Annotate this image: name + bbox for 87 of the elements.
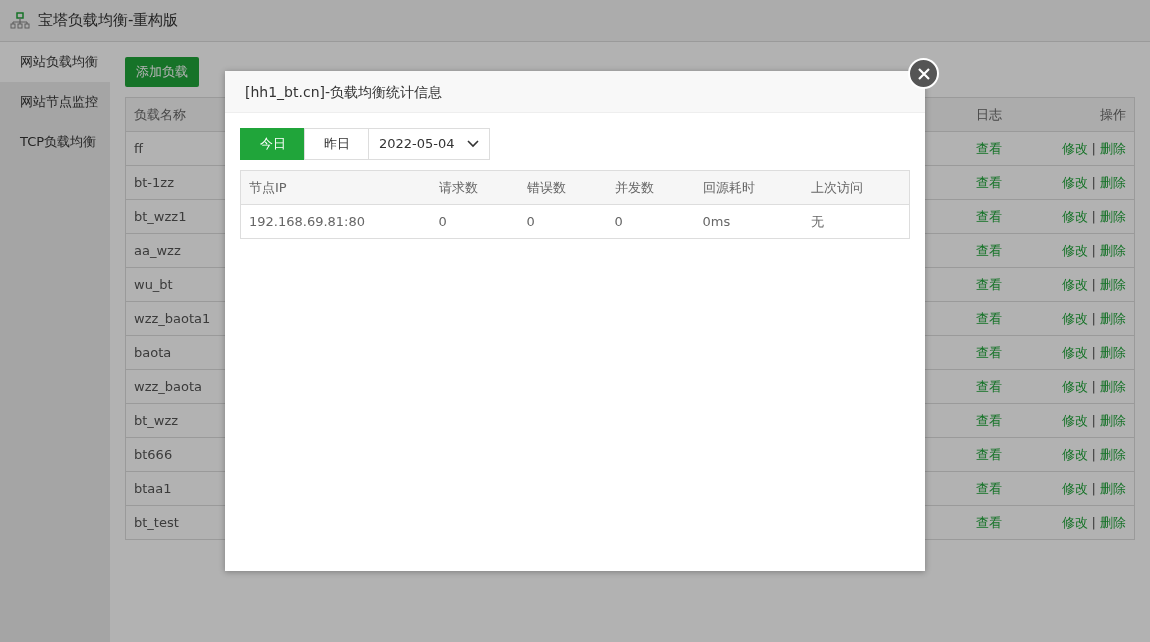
delete-link[interactable]: 删除 [1100,514,1126,530]
load-balancer-name: bt666 [134,446,173,462]
view-log-link[interactable]: 查看 [975,446,1002,462]
delete-link[interactable]: 删除 [1100,412,1126,428]
separator-text: | [1091,412,1096,428]
view-log-link[interactable]: 查看 [975,514,1002,530]
separator-text: | [1091,174,1096,190]
edit-link[interactable]: 修改 [1061,446,1088,462]
load-balancer-name: wzz_baota1 [134,310,211,326]
table-cell: 无 [802,204,910,239]
view-log-link[interactable]: 查看 [975,310,1002,326]
edit-link[interactable]: 修改 [1061,174,1088,190]
separator-text: | [1091,140,1096,156]
table-cell: 192.168.69.81:80 [240,204,431,239]
table-cell: 0 [518,204,607,239]
table-cell: 0 [606,204,695,239]
column-header: 请求数 [430,170,519,205]
delete-link[interactable]: 删除 [1100,344,1126,360]
delete-link[interactable]: 删除 [1100,378,1126,394]
delete-link[interactable]: 删除 [1100,446,1126,462]
separator-text: | [1091,514,1096,530]
edit-link[interactable]: 修改 [1061,378,1088,394]
edit-link[interactable]: 修改 [1061,514,1088,530]
edit-link[interactable]: 修改 [1061,344,1088,360]
load-balancer-name: btaa1 [134,480,172,496]
load-balancer-name: aa_wzz [134,242,181,258]
app-title: 宝塔负载均衡-重构版 [38,10,179,32]
close-icon [917,67,930,80]
close-button[interactable] [908,58,939,89]
edit-link[interactable]: 修改 [1061,310,1088,326]
sitemap-icon [10,11,30,30]
column-header: 并发数 [606,170,695,205]
load-balancer-name: bt_wzz [134,412,179,428]
sidebar-item[interactable]: TCP负载均衡 [0,122,110,162]
view-log-link[interactable]: 查看 [975,344,1002,360]
column-header: 错误数 [518,170,607,205]
load-balancer-name: bt_test [134,514,179,530]
table-cell: 0ms [694,204,803,239]
separator-text: | [1091,242,1096,258]
load-balancer-name: ff [134,140,143,156]
column-header: 回源耗时 [694,170,803,205]
view-log-link[interactable]: 查看 [975,140,1002,156]
separator-text: | [1091,446,1096,462]
table-cell: 0 [430,204,519,239]
date-select[interactable]: 2022-05-04 [368,128,490,160]
dialog-title: [hh1_bt.cn]-负载均衡统计信息 [225,71,925,113]
day-tab[interactable]: 昨日 [304,128,369,160]
separator-text: | [1091,378,1096,394]
separator-text: | [1091,208,1096,224]
view-log-link[interactable]: 查看 [975,242,1002,258]
separator-text: | [1091,480,1096,496]
add-load-balancer-button[interactable]: 添加负载 [125,57,199,87]
delete-link[interactable]: 删除 [1100,208,1126,224]
load-balancer-name: wzz_baota [134,378,202,394]
edit-link[interactable]: 修改 [1061,276,1088,292]
edit-link[interactable]: 修改 [1061,140,1088,156]
view-log-link[interactable]: 查看 [975,174,1002,190]
load-balancer-name: bt_wzz1 [134,208,187,224]
load-balancer-name: baota [134,344,172,360]
separator-text: | [1091,310,1096,326]
column-header: 上次访问 [802,170,910,205]
view-log-link[interactable]: 查看 [975,412,1002,428]
column-header: 操作 [1001,97,1135,132]
view-log-link[interactable]: 查看 [975,378,1002,394]
separator-text: | [1091,276,1096,292]
delete-link[interactable]: 删除 [1100,310,1126,326]
sidebar-item[interactable]: 网站节点监控 [0,82,110,122]
delete-link[interactable]: 删除 [1100,140,1126,156]
separator-text: | [1091,344,1096,360]
delete-link[interactable]: 删除 [1100,276,1126,292]
load-balancer-name: wu_bt [134,276,173,292]
date-value: 2022-05-04 [379,135,455,154]
delete-link[interactable]: 删除 [1100,174,1126,190]
view-log-link[interactable]: 查看 [975,480,1002,496]
edit-link[interactable]: 修改 [1061,242,1088,258]
view-log-link[interactable]: 查看 [975,208,1002,224]
delete-link[interactable]: 删除 [1100,242,1126,258]
chevron-down-icon [467,140,479,148]
column-header: 节点IP [240,170,431,205]
load-balancer-name: bt-1zz [134,174,174,190]
delete-link[interactable]: 删除 [1100,480,1126,496]
day-tab[interactable]: 今日 [240,128,305,160]
edit-link[interactable]: 修改 [1061,208,1088,224]
edit-link[interactable]: 修改 [1061,412,1088,428]
view-log-link[interactable]: 查看 [975,276,1002,292]
edit-link[interactable]: 修改 [1061,480,1088,496]
sidebar-item[interactable]: 网站负载均衡 [0,42,110,82]
